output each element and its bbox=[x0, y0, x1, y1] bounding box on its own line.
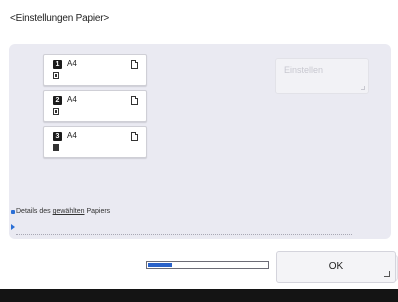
tray-number-badge: 3 bbox=[53, 132, 62, 141]
ok-button-label: OK bbox=[328, 261, 344, 272]
corner-arrow-icon bbox=[361, 86, 365, 90]
paper-stack-icon bbox=[53, 72, 59, 79]
portrait-document-icon bbox=[131, 60, 138, 69]
settings-button[interactable]: Einstellen bbox=[275, 58, 369, 94]
portrait-document-icon bbox=[131, 132, 138, 141]
ok-button[interactable]: OK bbox=[276, 251, 396, 283]
bullet-icon bbox=[11, 210, 15, 214]
paper-tray-3[interactable]: 3 A4 bbox=[43, 126, 147, 158]
progress-bar bbox=[146, 261, 269, 269]
progress-fill bbox=[148, 263, 172, 267]
expand-arrow-icon[interactable] bbox=[11, 224, 15, 230]
selected-paper-details-label: Details des gewählten Papiers bbox=[16, 208, 111, 215]
paper-size-label: A4 bbox=[67, 59, 77, 68]
paper-stack-icon bbox=[53, 144, 59, 151]
paper-size-label: A4 bbox=[67, 95, 77, 104]
page-title: <Einstellungen Papier> bbox=[10, 13, 110, 24]
paper-tray-1[interactable]: 1 A4 bbox=[43, 54, 147, 86]
corner-arrow-icon bbox=[384, 271, 390, 277]
paper-size-label: A4 bbox=[67, 131, 77, 140]
paper-stack-icon bbox=[53, 108, 59, 115]
paper-tray-2[interactable]: 2 A4 bbox=[43, 90, 147, 122]
settings-button-label: Einstellen bbox=[284, 65, 324, 75]
tray-number-badge: 2 bbox=[53, 96, 62, 105]
dotted-divider bbox=[16, 234, 352, 235]
footer-bar bbox=[0, 289, 398, 302]
tray-number-badge: 1 bbox=[53, 60, 62, 69]
portrait-document-icon bbox=[131, 96, 138, 105]
